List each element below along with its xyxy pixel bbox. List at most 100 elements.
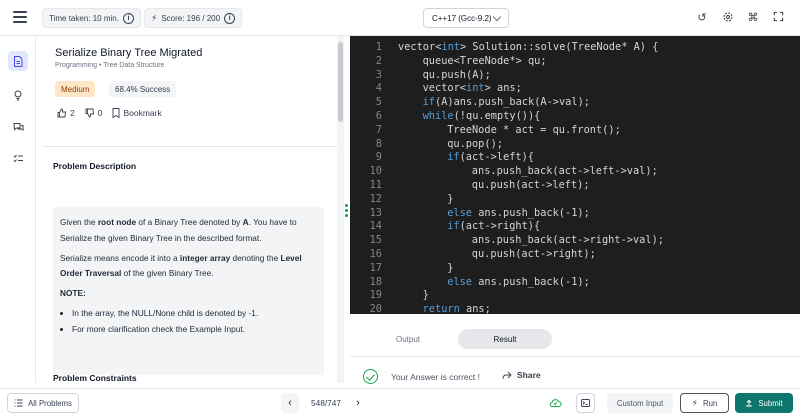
line-number: 12 — [369, 192, 382, 205]
code-token: qu.push(act->right); — [471, 248, 596, 260]
code-token: (act->right){ — [459, 220, 541, 233]
submit-label: Submit — [758, 398, 783, 408]
prev-problem-button[interactable]: ‹ — [281, 393, 299, 413]
code-line[interactable]: 9 if(act->left){ — [350, 150, 800, 164]
problem-pane: Serialize Binary Tree Migrated Programmi… — [42, 36, 337, 383]
top-bar: Time taken: 10 min. i ⚡︎ Score: 196 / 20… — [0, 0, 800, 36]
code-text: if(act->right){ — [447, 219, 540, 233]
code-line[interactable]: 7 TreeNode * act = qu.front(); — [350, 123, 800, 137]
chevron-left-icon: ‹ — [288, 397, 292, 409]
keyword-token: int — [441, 41, 461, 53]
problem-scrollbar[interactable] — [337, 36, 344, 383]
description-tab[interactable] — [8, 51, 28, 71]
code-line[interactable]: 19} — [350, 288, 800, 302]
settings-icon[interactable] — [721, 11, 735, 25]
line-number: 9 — [375, 151, 382, 164]
keyword-token: if — [447, 220, 460, 233]
code-token: queue<TreeNode*> qu; — [422, 54, 547, 67]
code-text: qu.push(act->left); — [472, 178, 590, 192]
code-line[interactable]: 4 vector<int> ans; — [350, 81, 800, 95]
bookmark-button[interactable]: Bookmark — [112, 108, 162, 118]
run-button[interactable]: ⚡︎ Run — [680, 393, 729, 413]
code-text: vector<int> Solution::solve(TreeNode* A)… — [398, 40, 658, 54]
menu-icon[interactable] — [13, 11, 27, 23]
code-token: ans; — [459, 303, 491, 314]
desc-paragraph-1: Given the root node of a Binary Tree den… — [60, 217, 297, 243]
code-token: } — [447, 261, 454, 274]
code-line[interactable]: 1 vector<int> Solution::solve(TreeNode* A… — [350, 40, 800, 54]
code-text: } — [447, 192, 453, 206]
all-problems-button[interactable]: All Problems — [7, 393, 79, 413]
line-number: 8 — [375, 137, 382, 150]
code-token: TreeNode * act = qu.front(); — [447, 123, 621, 136]
code-line[interactable]: 16 qu.push(act->right); — [350, 247, 800, 261]
list-item: For more clarification check the Example… — [72, 322, 317, 338]
tab-result[interactable]: Result — [458, 329, 552, 349]
scrollbar-thumb[interactable] — [338, 42, 343, 122]
tab-output[interactable]: Output — [378, 329, 438, 349]
line-number: 19 — [369, 289, 382, 302]
note-label: NOTE: — [60, 288, 86, 298]
info-icon[interactable]: i — [224, 12, 236, 24]
code-text: if(A)ans.push_back(A->val); — [423, 95, 590, 109]
console-toggle-button[interactable] — [576, 393, 595, 413]
code-line[interactable]: 15 ans.push_back(act->right->val); — [350, 233, 800, 247]
like-count: 2 — [70, 108, 75, 118]
code-editor[interactable]: 1 vector<int> Solution::solve(TreeNode* A… — [350, 36, 800, 314]
chat-icon — [12, 122, 23, 131]
code-token: (A)ans.push_back(A->val); — [435, 96, 590, 109]
time-taken-label: Time taken: 10 min. — [49, 13, 119, 23]
discussion-tab[interactable] — [8, 117, 28, 137]
line-number: 15 — [369, 234, 382, 247]
code-line[interactable]: 14 if(act->right){ — [350, 219, 800, 233]
code-line[interactable]: 6 while(!qu.empty()){ — [350, 109, 800, 123]
reset-icon[interactable]: ↺ — [695, 11, 709, 25]
hints-tab[interactable] — [8, 85, 28, 105]
fullscreen-icon[interactable] — [771, 11, 785, 25]
keyword-token: else — [447, 275, 472, 288]
submit-button[interactable]: Submit — [735, 393, 793, 413]
code-text: ans.push_back(act->right->val); — [472, 233, 664, 247]
line-number: 5 — [375, 96, 382, 109]
code-line[interactable]: 18 else ans.push_back(-1); — [350, 275, 800, 289]
drag-handle-icon[interactable] — [345, 204, 349, 219]
keyword-token: if — [422, 96, 435, 109]
code-line[interactable]: 20 return ans; — [350, 302, 800, 314]
code-text: vector<int> ans; — [423, 81, 522, 95]
code-line[interactable]: 10 ans.push_back(act->left->val); — [350, 164, 800, 178]
code-line[interactable]: 8 qu.pop(); — [350, 137, 800, 151]
code-text: else ans.push_back(-1); — [447, 275, 590, 289]
bolt-icon: ⚡︎ — [151, 12, 158, 23]
code-line[interactable]: 17} — [350, 261, 800, 275]
desc-paragraph-2: Serialize means encode it into a integer… — [60, 252, 302, 279]
code-text: while(!qu.empty()){ — [423, 109, 541, 123]
code-token: } — [422, 289, 429, 302]
code-line[interactable]: 2 queue<TreeNode*> qu; — [350, 54, 800, 68]
share-button[interactable]: Share — [502, 370, 541, 380]
info-icon[interactable]: i — [122, 12, 134, 24]
code-line[interactable]: 3 qu.push(A); — [350, 68, 800, 82]
code-line[interactable]: 5 if(A)ans.push_back(A->val); — [350, 95, 800, 109]
pagination-indicator: 548/747 — [311, 398, 341, 408]
submissions-tab[interactable] — [8, 149, 28, 169]
code-line[interactable]: 11 qu.push(act->left); — [350, 178, 800, 192]
keyword-token: while — [422, 110, 454, 122]
line-number: 17 — [369, 261, 382, 274]
description-box: Given the root node of a Binary Tree den… — [53, 207, 324, 375]
line-number: 1 — [375, 41, 382, 53]
chevron-right-icon: › — [356, 397, 360, 409]
next-problem-button[interactable]: › — [349, 393, 367, 413]
language-select[interactable]: C++17 (Gcc-9.2) — [423, 8, 509, 28]
cloud-sync-icon[interactable] — [546, 393, 564, 413]
list-icon — [14, 399, 23, 407]
code-text: return ans; — [423, 302, 491, 314]
code-line[interactable]: 13 else ans.push_back(-1); — [350, 206, 800, 220]
code-line[interactable]: 12} — [350, 192, 800, 206]
dislike-button[interactable]: 0 — [85, 108, 102, 118]
custom-input-button[interactable]: Custom Input — [607, 393, 673, 413]
success-rate-badge: 68.4% Success — [109, 81, 177, 97]
like-button[interactable]: 2 — [57, 108, 75, 118]
share-icon — [502, 371, 512, 379]
keyword-token: if — [447, 151, 460, 164]
shortcuts-icon[interactable]: ⌘ — [746, 11, 760, 25]
